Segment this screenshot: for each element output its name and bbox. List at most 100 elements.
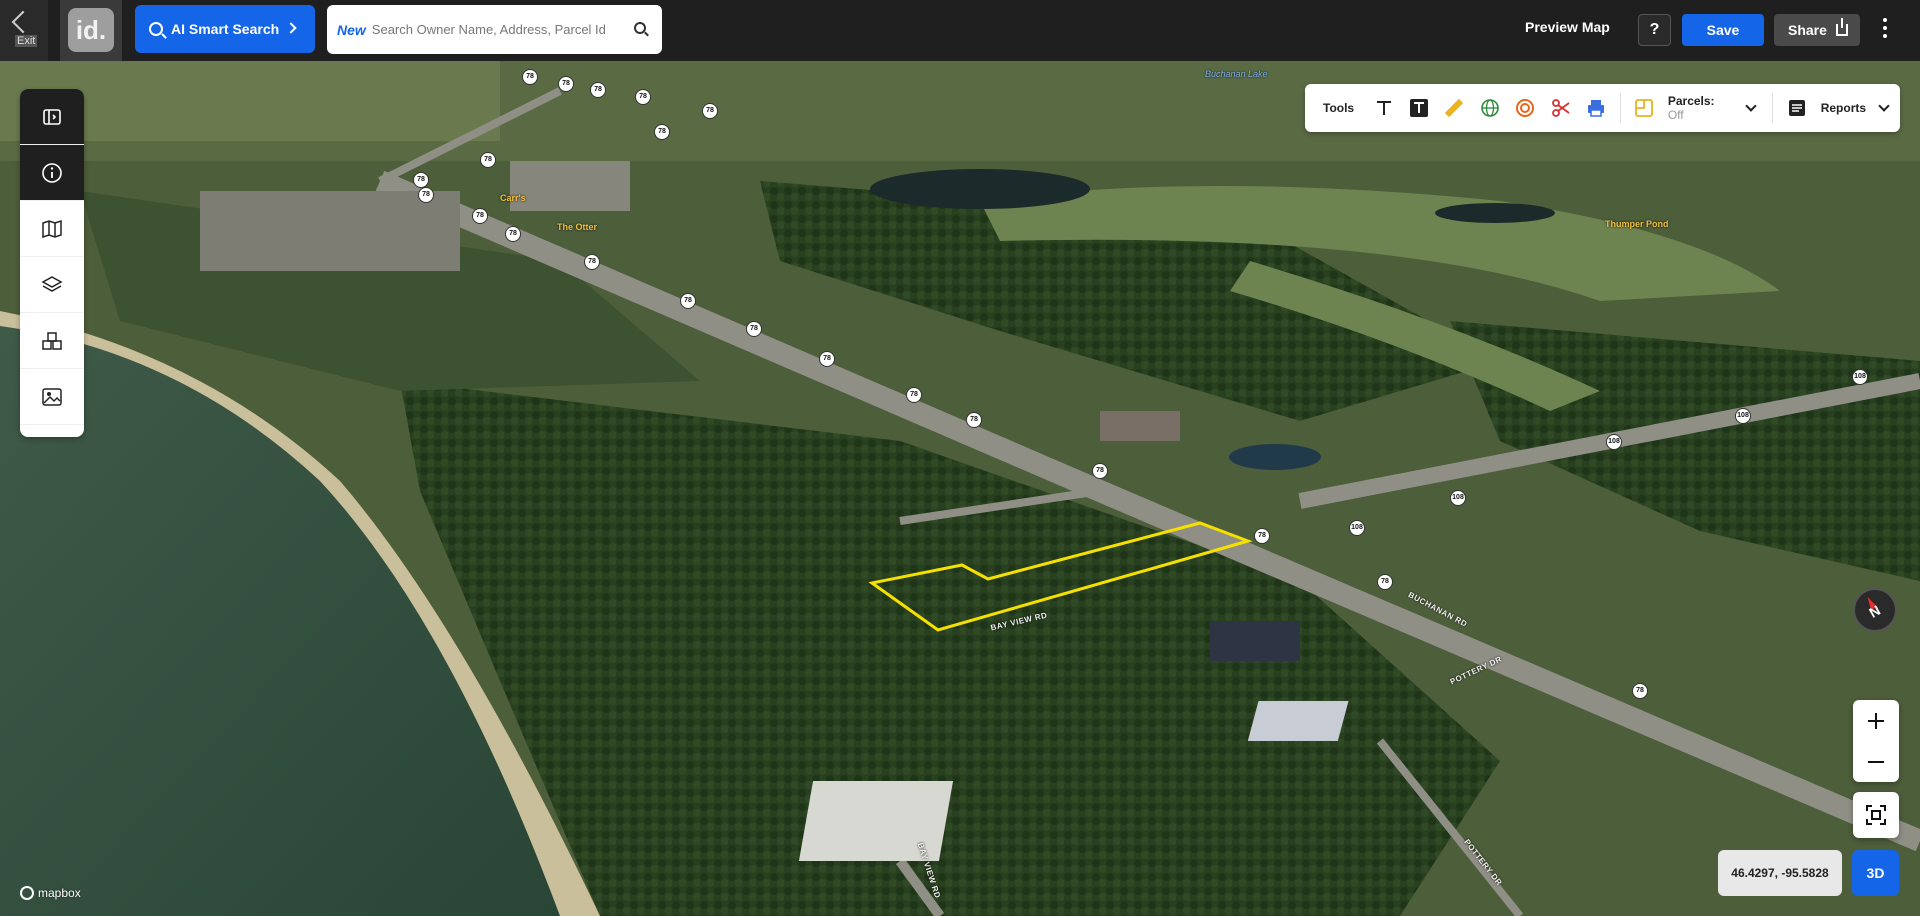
layers-icon [41,275,63,292]
preview-map-button[interactable]: Preview Map [1525,19,1610,35]
coordinates-readout: 46.4297, -95.5828 [1718,850,1842,896]
compass-icon: N [1866,597,1883,621]
app-logo-tile[interactable]: id. [60,0,122,61]
text-box-tool-button[interactable] [1401,90,1436,126]
ai-smart-search-button[interactable]: AI Smart Search [135,5,315,53]
route-78-shield: 78 [746,321,762,337]
panel-toggle-button[interactable] [20,89,84,145]
map-icon [42,219,62,238]
reports-label[interactable]: Reports [1821,101,1866,115]
route-78-shield: 78 [522,69,538,85]
zoom-control [1853,700,1899,782]
imagery-button[interactable] [20,369,84,425]
tools-divider [1772,93,1774,123]
help-button[interactable]: ? [1638,14,1671,46]
fit-to-parcel-button[interactable] [1853,792,1899,838]
tools-label: Tools [1323,101,1355,115]
chevron-down-icon[interactable] [1878,100,1890,112]
route-78-shield: 78 [584,254,600,270]
satellite-imagery [0,61,1920,916]
exit-button[interactable]: Exit [0,0,48,61]
route-78-shield: 78 [702,103,718,119]
image-icon [42,387,62,406]
app-logo: id. [68,8,114,52]
route-108-shield: 108 [1852,369,1868,385]
buchanan-lake-label: Buchanan Lake [1205,69,1268,79]
basemap-button[interactable] [20,201,84,257]
route-78-shield: 78 [1254,528,1270,544]
scissors-icon [1551,99,1570,117]
svg-text:N: N [1866,602,1883,621]
route-108-shield: 108 [1606,434,1622,450]
info-button[interactable] [20,145,84,201]
reports-icon [1789,100,1806,116]
text-icon [1376,101,1391,115]
ai-smart-search-label: AI Smart Search [171,21,280,37]
plus-icon [1868,712,1884,729]
more-menu-icon[interactable] [1880,18,1890,42]
search-icon[interactable] [634,22,646,34]
route-78-shield: 78 [480,152,496,168]
route-78-shield: 78 [819,351,835,367]
zoom-out-button[interactable] [1853,741,1899,782]
carrs-label: Carr's [500,193,526,203]
route-78-shield: 78 [558,76,574,92]
route-78-shield: 78 [505,226,521,242]
exit-label: Exit [15,35,38,47]
radius-icon [1516,99,1535,117]
print-icon [1587,100,1604,117]
the-otter-label: The Otter [557,222,598,232]
parcels-state: Off [1667,108,1684,122]
layers-button[interactable] [20,257,84,313]
mapbox-attribution[interactable]: mapbox [20,886,81,900]
search-icon [149,22,163,36]
mapbox-label: mapbox [38,886,81,900]
compass-button[interactable]: N [1853,588,1897,632]
radius-tool-button[interactable] [1507,90,1542,126]
text-tool-button[interactable] [1366,90,1401,126]
parcel-icon [1635,99,1654,117]
fit-screen-icon [1866,805,1886,825]
route-78-shield: 78 [966,412,982,428]
route-78-shield: 78 [1632,683,1648,699]
route-108-shield: 108 [1349,520,1365,536]
chevron-left-icon [11,10,35,34]
panel-toggle-icon [43,108,61,125]
chevron-down-icon[interactable] [1744,100,1757,112]
measure-tool-button[interactable] [1437,90,1472,126]
share-button[interactable]: Share [1774,14,1860,46]
tools-bar: Tools Parcels: Off Reports [1305,84,1900,132]
thumper-pond-label: Thumper Pond [1605,219,1669,229]
route-78-shield: 78 [906,387,922,403]
tools-divider [1619,93,1621,123]
area-measure-tool-button[interactable] [1472,90,1507,126]
save-button[interactable]: Save [1682,14,1764,46]
text-box-icon [1410,99,1429,117]
zoom-in-button[interactable] [1853,700,1899,741]
new-badge: New [337,21,366,38]
route-78-shield: 78 [635,89,651,105]
route-78-shield: 78 [1377,574,1393,590]
search-input[interactable] [371,22,632,37]
route-78-shield: 78 [418,187,434,203]
map-canvas[interactable]: Buchanan Lake Thumper Pond The Otter Car… [0,61,1920,916]
top-bar: Exit id. AI Smart Search New Preview Map… [0,0,1920,61]
buildings-button[interactable] [20,313,84,369]
3d-toggle-button[interactable]: 3D [1852,850,1899,896]
route-78-shield: 78 [413,172,429,188]
print-tool-button[interactable] [1578,90,1613,126]
info-icon [42,162,62,183]
search-box[interactable]: New [327,5,662,54]
route-108-shield: 108 [1450,490,1466,506]
split-tool-button[interactable] [1543,90,1578,126]
route-108-shield: 108 [1735,408,1751,424]
route-78-shield: 78 [472,208,488,224]
share-icon [1836,18,1848,36]
reports-button[interactable] [1779,90,1814,126]
buildings-icon [42,331,62,350]
chevron-right-icon [285,22,297,34]
globe-measure-icon [1481,99,1499,117]
parcels-toggle-button[interactable] [1627,90,1662,126]
parcels-label[interactable]: Parcels: Off [1668,94,1733,122]
ruler-icon [1445,99,1464,117]
